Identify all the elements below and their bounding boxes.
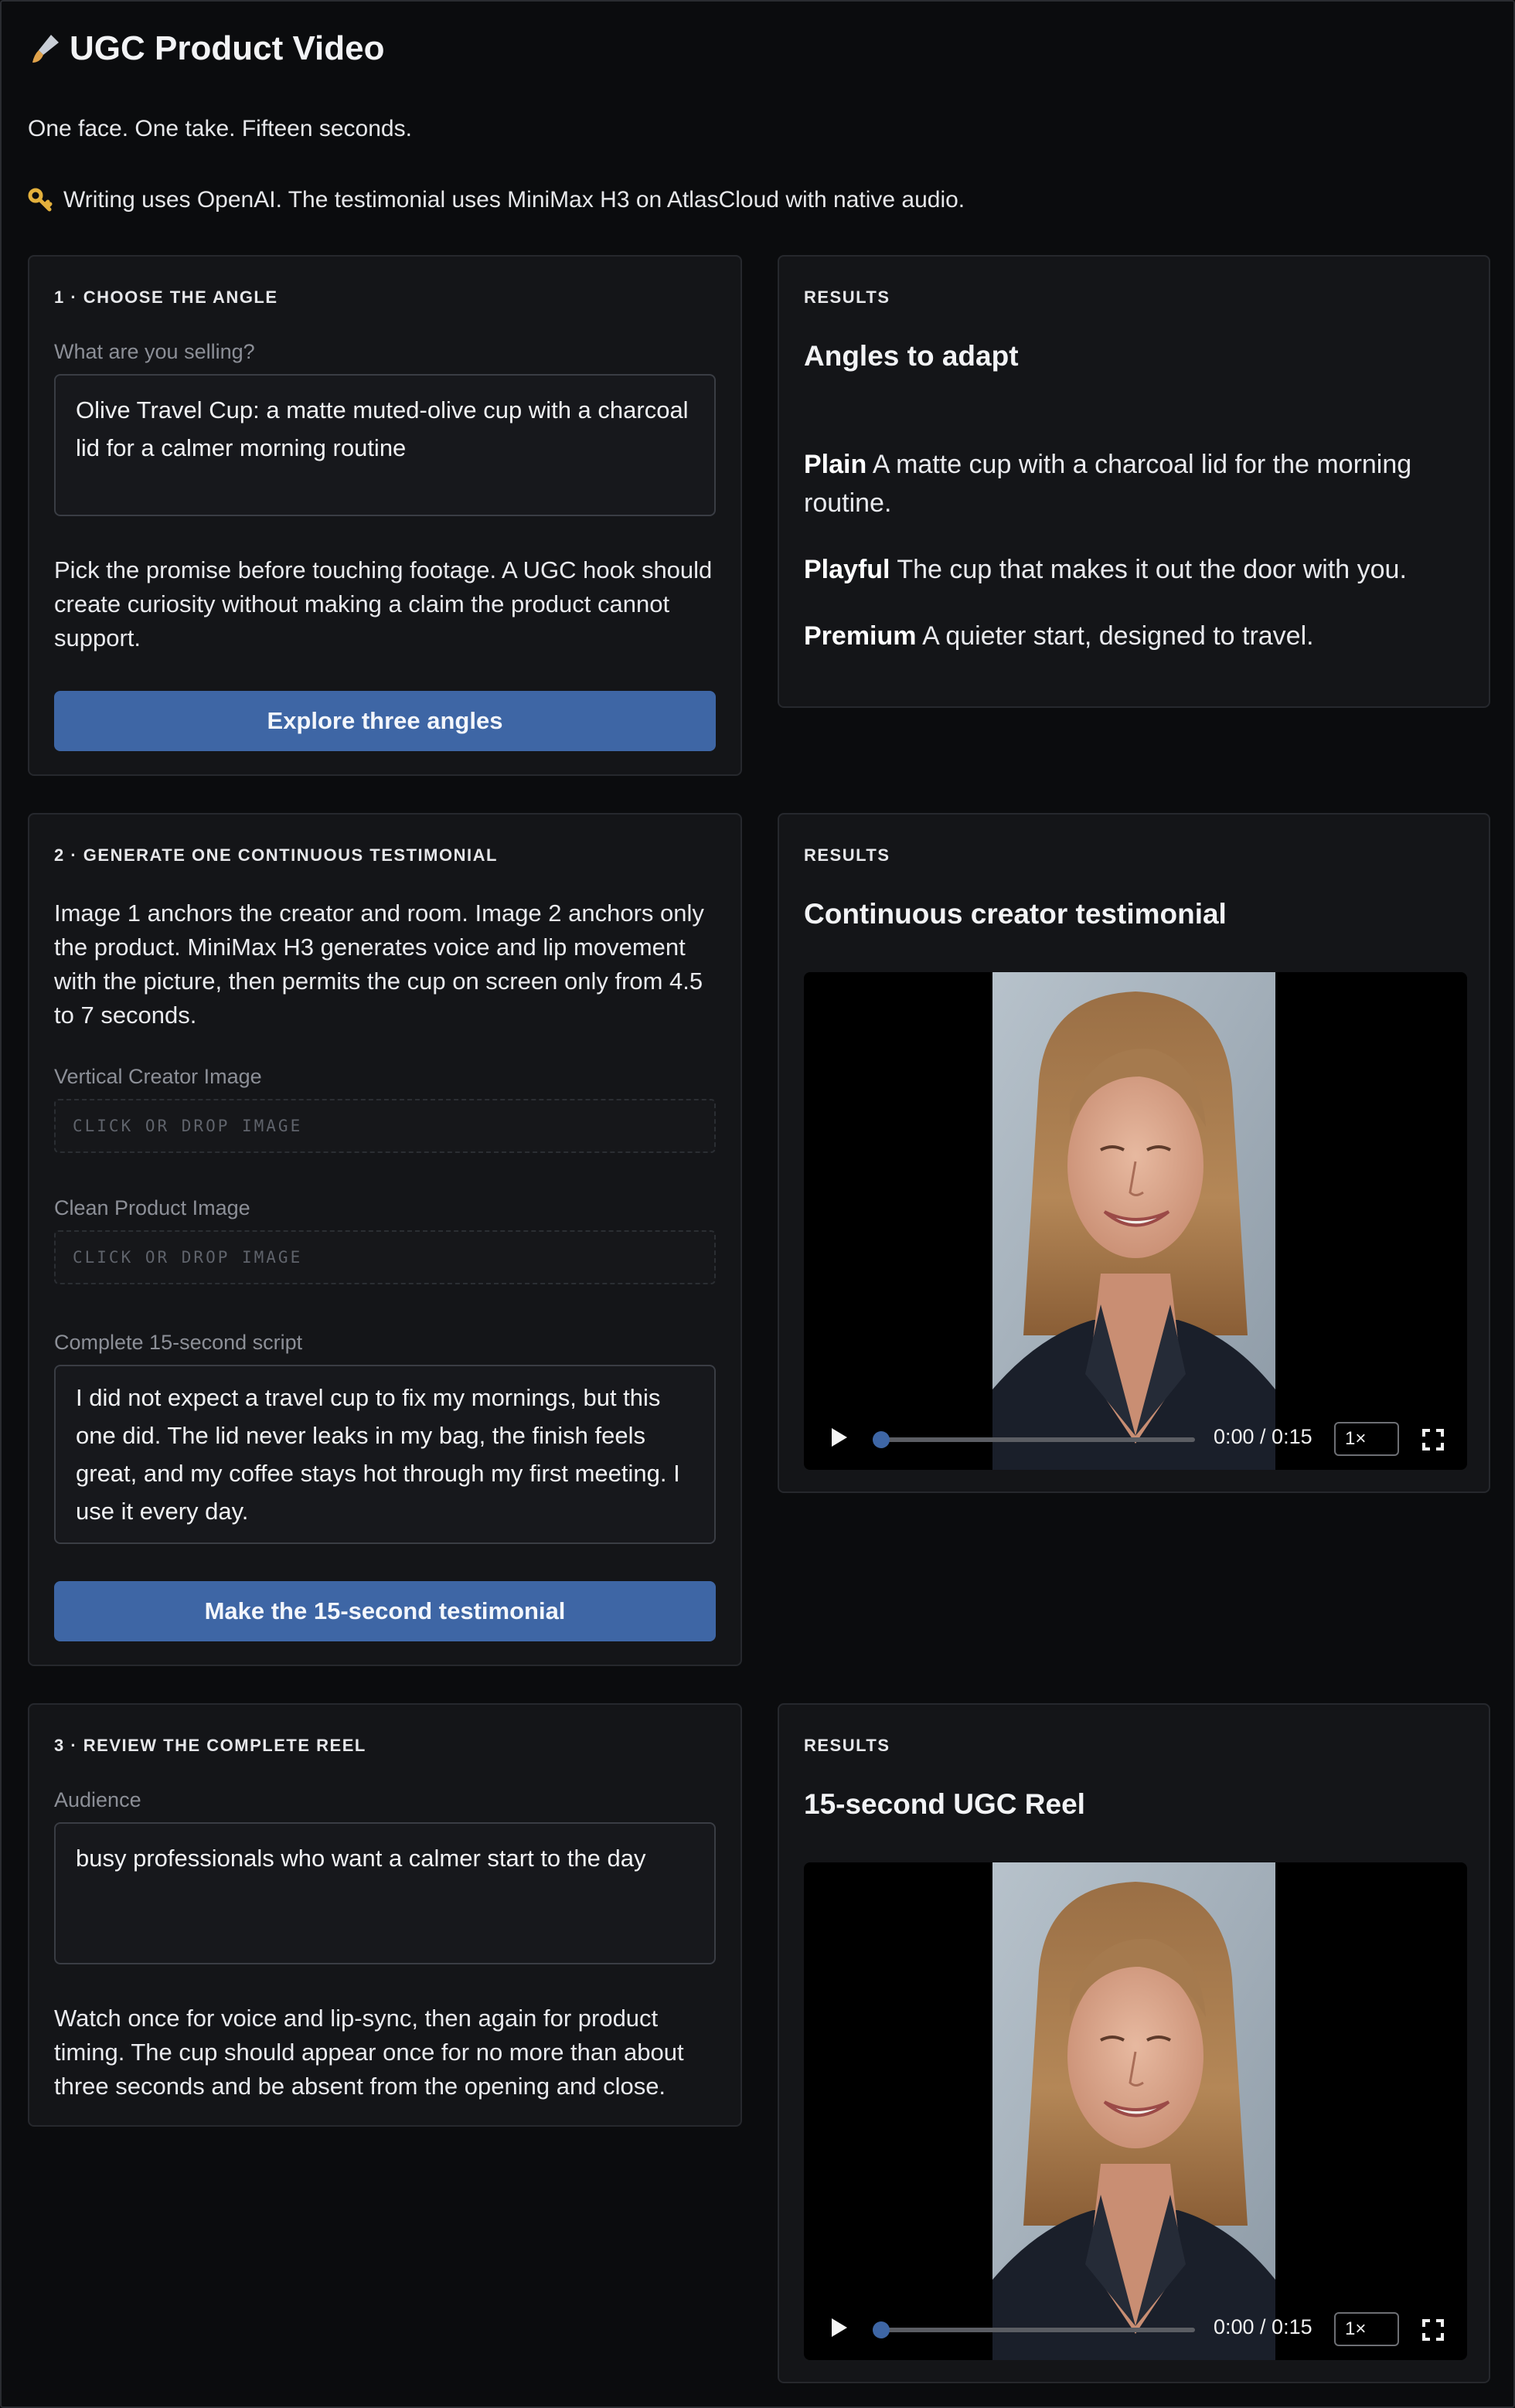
speed-select[interactable]: 1× [1334, 2312, 1399, 2346]
angle-name: Premium [804, 621, 917, 651]
time-readout: 0:00 / 0:15 [1214, 1425, 1312, 1448]
section-label: 1 · CHOOSE THE ANGLE [54, 287, 278, 307]
creator-image-dropzone[interactable]: CLICK OR DROP IMAGE [54, 1099, 716, 1153]
section-label: 2 · GENERATE ONE CONTINUOUS TESTIMONIAL [54, 845, 498, 865]
step2-description: Image 1 anchors the creator and room. Im… [54, 900, 704, 1029]
step3-description: Watch once for voice and lip-sync, then … [54, 2005, 684, 2100]
video-frame [992, 972, 1275, 1470]
api-notice: Writing uses OpenAI. The testimonial use… [28, 187, 965, 213]
play-icon[interactable] [832, 1428, 847, 1447]
video-controls: 0:00 / 0:15 1× [804, 1408, 1467, 1470]
angle-item: Plain A matte cup with a charcoal lid fo… [804, 445, 1476, 522]
seek-bar[interactable] [873, 1431, 1195, 1448]
product-input[interactable]: Olive Travel Cup: a matte muted-olive cu… [54, 374, 716, 516]
angle-text: The cup that makes it out the door with … [897, 555, 1407, 584]
explore-angles-button[interactable]: Explore three angles [54, 691, 716, 751]
product-image-label: Clean Product Image [54, 1196, 250, 1219]
creator-image-label: Vertical Creator Image [54, 1065, 262, 1088]
angle-name: Plain [804, 450, 867, 479]
angle-item: Playful The cup that makes it out the do… [804, 550, 1476, 589]
tagline: One face. One take. Fifteen seconds. [28, 116, 412, 141]
time-readout: 0:00 / 0:15 [1214, 2315, 1312, 2338]
fullscreen-icon[interactable] [1422, 1429, 1444, 1451]
play-icon[interactable] [832, 2318, 847, 2337]
video-controls: 0:00 / 0:15 1× [804, 2298, 1467, 2360]
make-testimonial-button[interactable]: Make the 15-second testimonial [54, 1581, 716, 1641]
seek-thumb[interactable] [873, 2321, 890, 2338]
angle-text: A quieter start, designed to travel. [922, 621, 1314, 651]
page: UGC Product Video One face. One take. Fi… [0, 0, 1515, 2408]
testimonial-video-player[interactable]: 0:00 / 0:15 1× [804, 972, 1467, 1470]
script-input[interactable]: I did not expect a travel cup to fix my … [54, 1365, 716, 1544]
results2-card: RESULTS Continuous creator testimonial 0… [778, 813, 1490, 1493]
paintbrush-icon [28, 32, 62, 66]
fullscreen-icon[interactable] [1422, 2319, 1444, 2341]
angles-title: Angles to adapt [804, 340, 1019, 372]
app-title-text: UGC Product Video [70, 29, 385, 67]
product-image-dropzone[interactable]: CLICK OR DROP IMAGE [54, 1230, 716, 1284]
angle-name: Playful [804, 555, 890, 584]
audience-label: Audience [54, 1788, 141, 1811]
step3-card: 3 · REVIEW THE COMPLETE REEL Audience bu… [28, 1703, 742, 2127]
reel-title: 15-second UGC Reel [804, 1788, 1085, 1820]
results-label: RESULTS [804, 287, 890, 307]
speed-select[interactable]: 1× [1334, 1422, 1399, 1456]
results3-card: RESULTS 15-second UGC Reel 0:00 / 0:15 1… [778, 1703, 1490, 2383]
testimonial-title: Continuous creator testimonial [804, 898, 1227, 930]
video-frame [992, 1862, 1275, 2360]
step1-description: Pick the promise before touching footage… [54, 556, 713, 651]
step1-card: 1 · CHOOSE THE ANGLE What are you sellin… [28, 255, 742, 776]
key-icon [28, 188, 53, 213]
api-notice-text: Writing uses OpenAI. The testimonial use… [63, 187, 965, 213]
seek-bar[interactable] [873, 2321, 1195, 2338]
section-label: 3 · REVIEW THE COMPLETE REEL [54, 1736, 366, 1755]
results1-card: RESULTS Angles to adapt Plain A matte cu… [778, 255, 1490, 708]
angle-text: A matte cup with a charcoal lid for the … [804, 450, 1412, 518]
step2-card: 2 · GENERATE ONE CONTINUOUS TESTIMONIAL … [28, 813, 742, 1666]
audience-input[interactable]: busy professionals who want a calmer sta… [54, 1822, 716, 1964]
reel-video-player[interactable]: 0:00 / 0:15 1× [804, 1862, 1467, 2360]
app-title: UGC Product Video [28, 29, 384, 68]
script-label: Complete 15-second script [54, 1331, 303, 1354]
results-label: RESULTS [804, 1736, 890, 1755]
results-label: RESULTS [804, 845, 890, 865]
seek-thumb[interactable] [873, 1431, 890, 1448]
product-field-label: What are you selling? [54, 340, 255, 363]
angle-item: Premium A quieter start, designed to tra… [804, 617, 1476, 655]
